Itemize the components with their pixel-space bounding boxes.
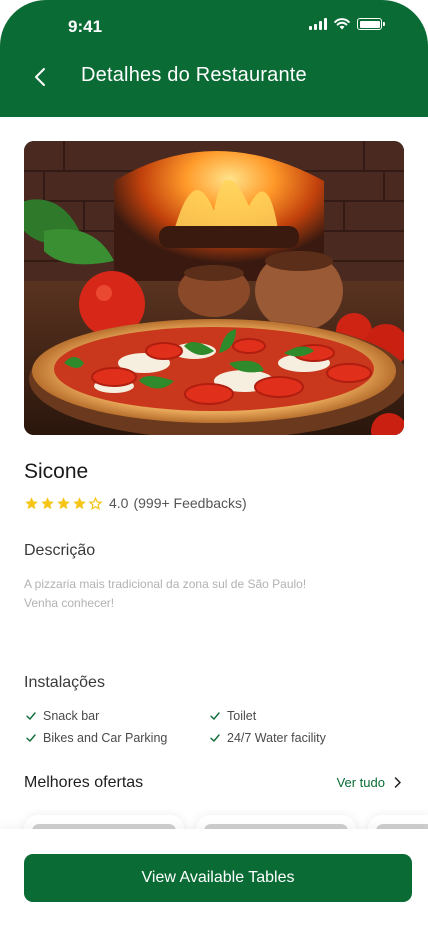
battery-icon <box>357 18 385 30</box>
status-time: 9:41 <box>68 17 103 36</box>
description-title: Descrição <box>24 542 96 559</box>
star-rating <box>24 496 103 511</box>
star-filled-icon <box>41 496 54 509</box>
facility-label: Bikes and Car Parking <box>43 731 168 745</box>
facility-item: Snack bar <box>26 709 99 723</box>
page-title: Detalhes do Restaurante <box>81 64 307 86</box>
check-icon <box>26 734 36 743</box>
facility-item: 24/7 Water facility <box>210 731 326 745</box>
cellular-signal-icon <box>309 18 327 30</box>
rating-value: 4.0 <box>109 495 129 511</box>
description-line: Venha conhecer! <box>24 596 115 610</box>
restaurant-hero-image <box>24 141 404 435</box>
check-icon <box>26 712 36 721</box>
facility-label: Snack bar <box>43 709 100 723</box>
facility-label: Toilet <box>227 709 257 723</box>
back-button[interactable] <box>28 64 52 90</box>
rating-count: (999+ Feedbacks) <box>133 495 247 511</box>
star-filled-icon <box>25 496 38 509</box>
bottom-action-bar: View Available Tables <box>0 829 428 926</box>
see-all-link[interactable]: Ver tudo <box>337 775 401 790</box>
facility-item: Toilet <box>210 709 256 723</box>
rating-row: 4.0 (999+ Feedbacks) <box>24 495 247 511</box>
rating-text: 4.0 (999+ Feedbacks) <box>109 495 247 511</box>
facility-label: 24/7 Water facility <box>227 731 326 745</box>
app-header: 9:41 Detalhes do Restaurante <box>0 0 428 117</box>
star-outline-icon <box>88 496 103 510</box>
description-text: A pizzaria mais tradicional da zona sul … <box>24 575 364 613</box>
description-line: A pizzaria mais tradicional da zona sul … <box>24 577 307 591</box>
star-filled-icon <box>73 496 86 509</box>
check-icon <box>210 712 220 721</box>
restaurant-name: Sicone <box>24 460 89 483</box>
wifi-icon <box>334 18 350 30</box>
facility-item: Bikes and Car Parking <box>26 731 167 745</box>
chevron-left-icon <box>35 68 45 86</box>
view-available-tables-button[interactable]: View Available Tables <box>24 854 412 902</box>
see-all-label: Ver tudo <box>336 775 385 790</box>
facilities-title: Instalações <box>24 674 105 691</box>
star-filled-icon <box>57 496 70 509</box>
chevron-right-icon <box>394 777 401 788</box>
status-icons <box>309 18 385 30</box>
check-icon <box>210 734 220 743</box>
offers-title: Melhores ofertas <box>24 774 144 791</box>
